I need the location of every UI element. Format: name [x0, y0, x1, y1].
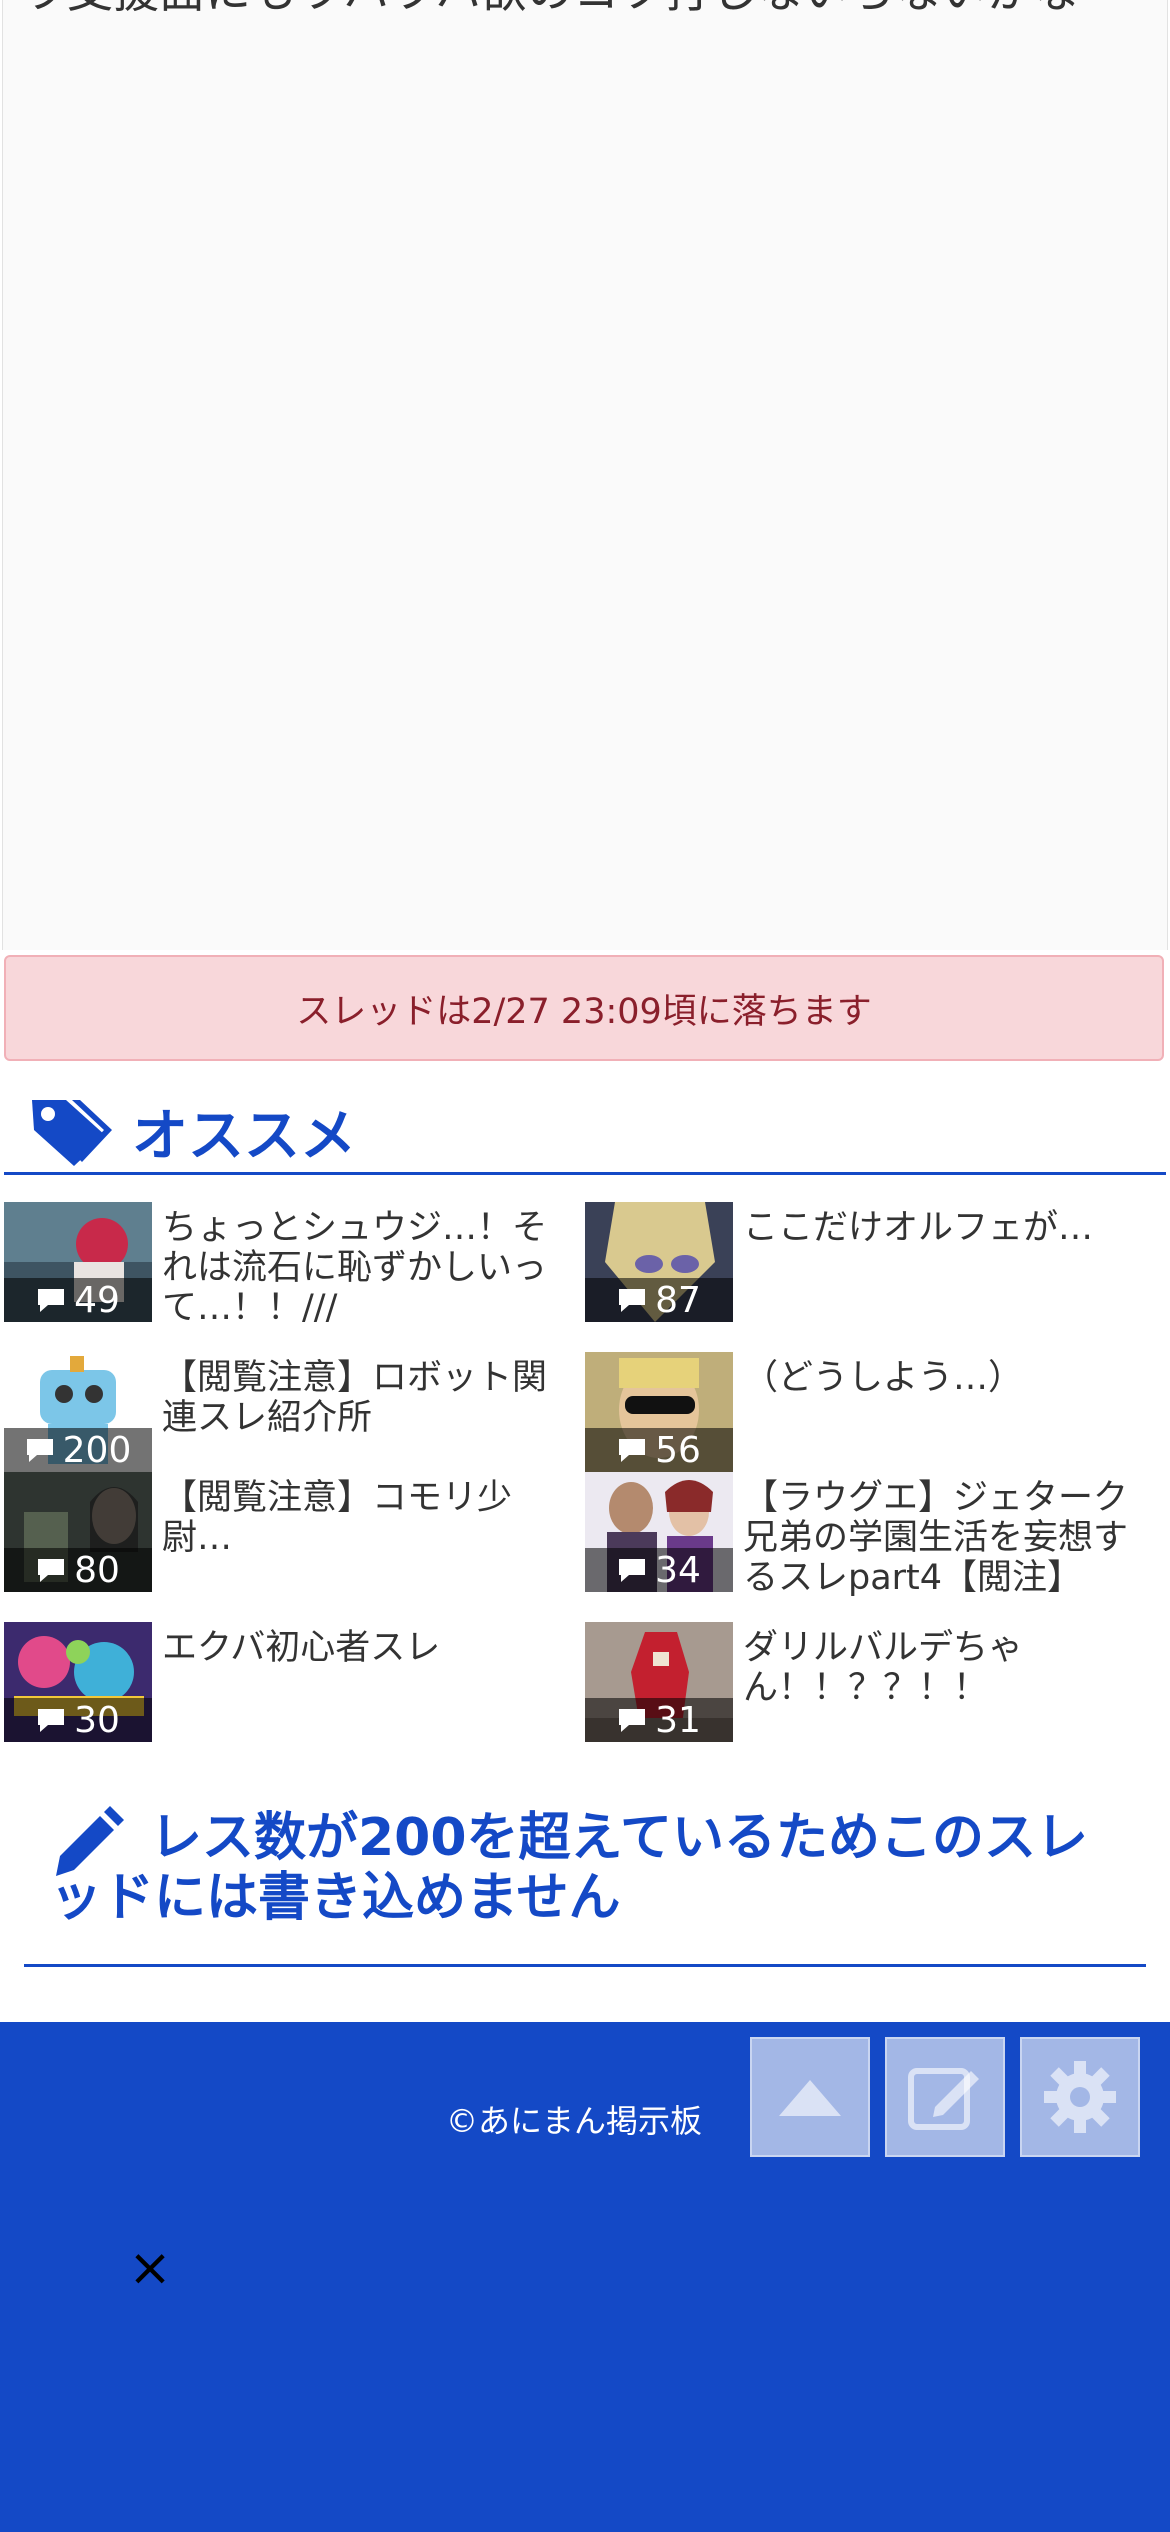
tag-icon: [32, 1100, 112, 1166]
reply-count: 31: [585, 1698, 733, 1742]
copyright-text: ©あにまん掲示板: [446, 2102, 703, 2140]
comment-icon: [38, 1289, 65, 1312]
footer: ©あにまん掲示板 ×: [0, 2022, 1170, 2532]
comment-icon: [38, 1709, 65, 1732]
comment-icon: [26, 1439, 53, 1462]
edit-icon: [908, 2068, 979, 2130]
write-button[interactable]: [885, 2037, 1005, 2157]
thread-thumbnail: 87: [585, 1202, 733, 1322]
comment-icon: [38, 1559, 65, 1582]
thread-drop-notice: スレッドは2/27 23:09頃に落ちます: [4, 955, 1164, 1061]
comment-icon: [619, 1709, 646, 1732]
arrow-up-icon: [779, 2080, 841, 2116]
recommended-thread[interactable]: 30 エクバ初心者スレ: [4, 1622, 574, 1742]
thread-title: ダリルバルデちゃん！！？？！！: [743, 1628, 1024, 1708]
thread-title: （どうしよう…）: [743, 1358, 1024, 1398]
recommended-thread[interactable]: 34 【ラウグエ】ジェターク兄弟の学園生活を妄想するスレpart4【閲注】: [585, 1472, 1155, 1598]
recommended-thread[interactable]: 87 ここだけオルフェが…: [585, 1202, 1155, 1322]
post-text: ラ支援面にもウハウハ欲のコツ打しないらないかな: [21, 0, 1079, 26]
thread-title: ここだけオルフェが…: [743, 1208, 1094, 1248]
reply-count: 49: [4, 1278, 152, 1322]
reply-count: 200: [4, 1428, 152, 1472]
thread-thumbnail: 30: [4, 1622, 152, 1742]
recommended-header: オススメ: [4, 1090, 1166, 1175]
reply-count: 80: [4, 1548, 152, 1592]
thread-drop-notice-text: スレッドは2/27 23:09頃に落ちます: [296, 991, 872, 1032]
recommended-thread[interactable]: 31 ダリルバルデちゃん！！？？！！: [585, 1622, 1155, 1742]
thread-title: エクバ初心者スレ: [162, 1628, 441, 1668]
reply-count: 56: [585, 1428, 733, 1472]
reply-count: 34: [585, 1548, 733, 1592]
thread-thumbnail: 200: [4, 1352, 152, 1472]
close-icon[interactable]: ×: [120, 2238, 180, 2298]
comment-icon: [619, 1439, 646, 1462]
recommended-title: オススメ: [132, 1103, 356, 1169]
thread-thumbnail: 31: [585, 1622, 733, 1742]
recommended-thread[interactable]: 80 【閲覧注意】コモリ少尉…: [4, 1472, 574, 1592]
comment-icon: [619, 1559, 646, 1582]
thread-title: 【ラウグエ】ジェターク兄弟の学園生活を妄想するスレpart4【閲注】: [743, 1478, 1129, 1598]
recommended-thread[interactable]: 56 （どうしよう…）: [585, 1352, 1155, 1472]
recommended-thread[interactable]: 200 【閲覧注意】ロボット関連スレ紹介所: [4, 1352, 574, 1472]
settings-button[interactable]: [1020, 2037, 1140, 2157]
thread-thumbnail: 34: [585, 1472, 733, 1592]
post-content-card: ラ支援面にもウハウハ欲のコツ打しないらないかな: [2, 0, 1168, 950]
thread-title: 【閲覧注意】ロボット関連スレ紹介所: [162, 1358, 548, 1438]
comment-icon: [619, 1289, 646, 1312]
reply-count: 87: [585, 1278, 733, 1322]
thread-thumbnail: 49: [4, 1202, 152, 1322]
thread-thumbnail: 56: [585, 1352, 733, 1472]
gear-icon: [1044, 2061, 1116, 2133]
thread-title: ちょっとシュウジ…！それは流石に恥ずかしいって…！！///: [162, 1208, 548, 1328]
reply-count: 30: [4, 1698, 152, 1742]
scroll-top-button[interactable]: [750, 2037, 870, 2157]
thread-title: 【閲覧注意】コモリ少尉…: [162, 1478, 513, 1558]
closed-thread-heading: レス数が200を超えているためこのスレッドには書き込めません: [24, 1800, 1146, 1967]
recommended-thread[interactable]: 49 ちょっとシュウジ…！それは流石に恥ずかしいって…！！///: [4, 1202, 574, 1328]
closed-thread-message: レス数が200を超えているためこのスレッドには書き込めません: [50, 1808, 1088, 1928]
thread-thumbnail: 80: [4, 1472, 152, 1592]
